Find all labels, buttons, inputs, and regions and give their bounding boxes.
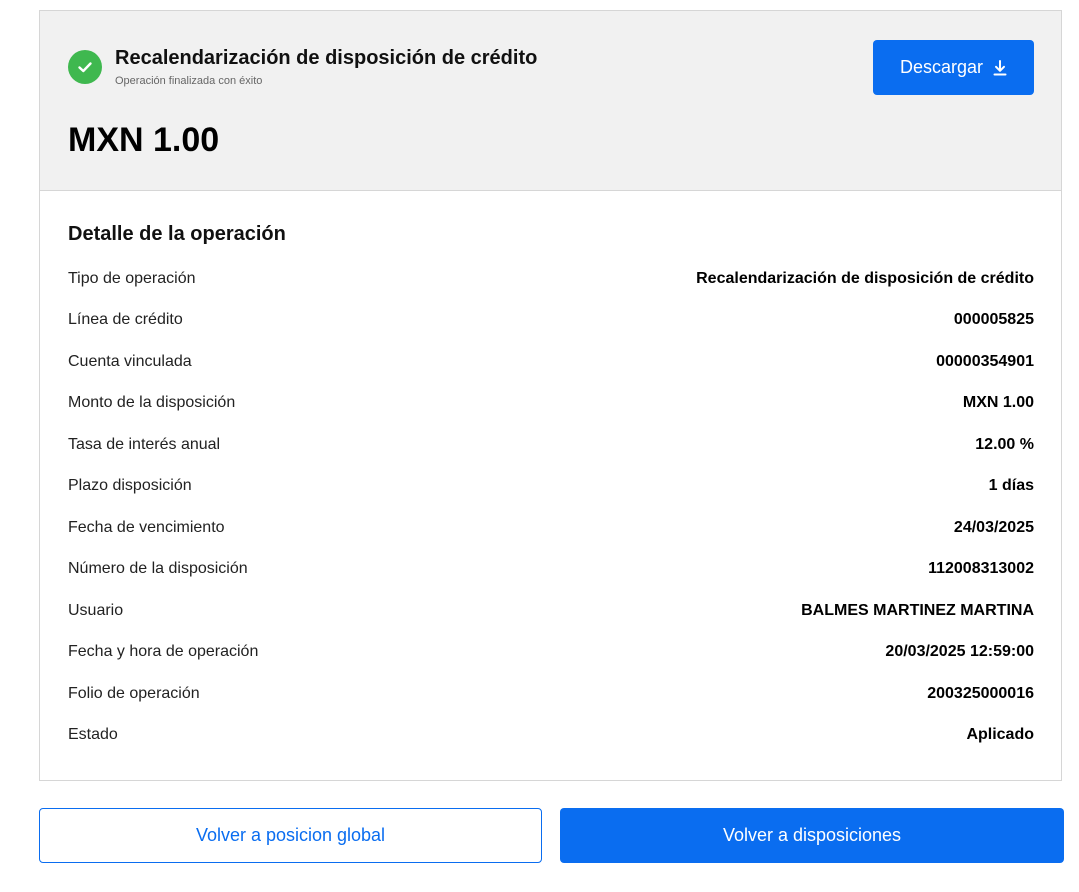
- detail-value: Recalendarización de disposición de créd…: [696, 269, 1034, 287]
- detail-label: Línea de crédito: [68, 311, 183, 329]
- detail-label: Tasa de interés anual: [68, 435, 221, 453]
- detail-value: 112008313002: [928, 560, 1034, 578]
- download-button-label: Descargar: [899, 57, 984, 77]
- detail-value: 200325000016: [927, 684, 1034, 702]
- detail-list: Tipo de operación Recalendarización de d…: [68, 258, 1034, 756]
- detail-row-plazo: Plazo disposición 1 días: [68, 466, 1034, 508]
- detail-label: Fecha y hora de operación: [68, 643, 259, 661]
- detail-section-title: Detalle de la operación: [68, 223, 286, 245]
- detail-value: MXN 1.00: [962, 394, 1034, 412]
- detail-row-tasa-interes: Tasa de interés anual 12.00 %: [68, 424, 1034, 466]
- operation-title: Recalendarización de disposición de créd…: [115, 47, 538, 69]
- detail-label: Fecha de vencimiento: [68, 518, 225, 536]
- operation-summary-header: Recalendarización de disposición de créd…: [40, 11, 1061, 191]
- detail-row-numero-disposicion: Número de la disposición 112008313002: [68, 549, 1034, 591]
- detail-label: Plazo disposición: [68, 477, 192, 495]
- detail-row-fecha-hora: Fecha y hora de operación 20/03/2025 12:…: [68, 632, 1034, 674]
- detail-value: BALMES MARTINEZ MARTINA: [801, 601, 1034, 619]
- detail-value: 20/03/2025 12:59:00: [885, 643, 1034, 661]
- check-circle-icon: [68, 50, 102, 84]
- detail-value: 1 días: [988, 477, 1034, 495]
- detail-label: Número de la disposición: [68, 560, 248, 578]
- detail-value: 00000354901: [936, 352, 1034, 370]
- back-to-drawdowns-button[interactable]: Volver a disposiciones: [560, 808, 1064, 863]
- operation-amount: MXN 1.00: [68, 121, 220, 159]
- detail-row-monto: Monto de la disposición MXN 1.00: [68, 383, 1034, 425]
- detail-row-cuenta-vinculada: Cuenta vinculada 00000354901: [68, 341, 1034, 383]
- detail-value: 12.00 %: [975, 435, 1034, 453]
- back-to-global-position-button[interactable]: Volver a posicion global: [39, 808, 542, 863]
- operation-status-message: Operación finalizada con éxito: [115, 75, 263, 87]
- detail-label: Estado: [68, 726, 118, 744]
- detail-label: Cuenta vinculada: [68, 352, 192, 370]
- download-button[interactable]: Descargar: [873, 40, 1034, 95]
- detail-row-tipo-operacion: Tipo de operación Recalendarización de d…: [68, 258, 1034, 300]
- detail-value: 000005825: [953, 311, 1034, 329]
- detail-value: 24/03/2025: [953, 518, 1034, 536]
- detail-row-usuario: Usuario BALMES MARTINEZ MARTINA: [68, 590, 1034, 632]
- operation-card: Recalendarización de disposición de créd…: [39, 10, 1062, 781]
- download-icon: [993, 59, 1007, 76]
- detail-label: Monto de la disposición: [68, 394, 236, 412]
- detail-row-fecha-vencimiento: Fecha de vencimiento 24/03/2025: [68, 507, 1034, 549]
- detail-row-linea-credito: Línea de crédito 000005825: [68, 300, 1034, 342]
- status-value: Aplicado: [966, 726, 1034, 744]
- detail-label: Usuario: [68, 601, 124, 619]
- detail-row-estado: Estado Aplicado: [68, 715, 1034, 757]
- detail-label: Folio de operación: [68, 684, 200, 702]
- detail-row-folio: Folio de operación 200325000016: [68, 673, 1034, 715]
- detail-label: Tipo de operación: [68, 269, 196, 287]
